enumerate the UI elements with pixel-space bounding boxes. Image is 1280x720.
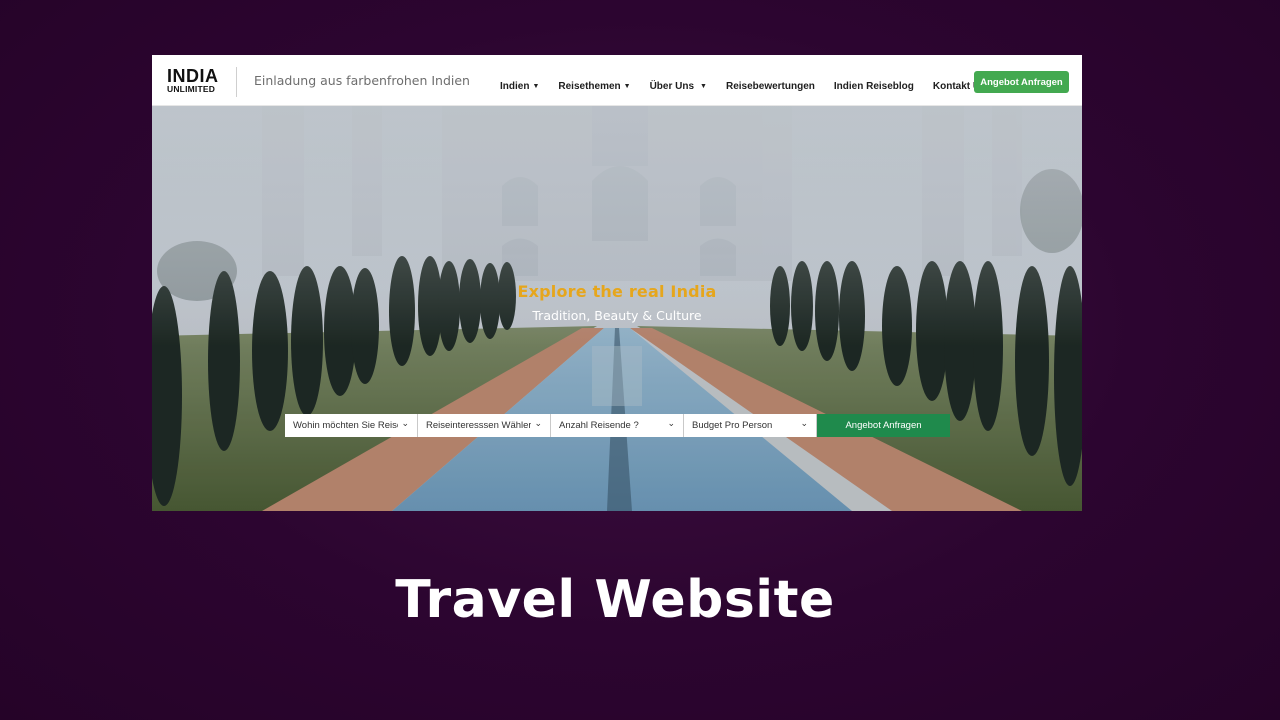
request-quote-button[interactable]: Angebot Anfragen bbox=[974, 71, 1069, 93]
logo-line2: UNLIMITED bbox=[167, 84, 216, 94]
nav-menu: Indien ▼ Reisethemen ▼ Über Uns ▼ Reiseb… bbox=[500, 81, 1011, 92]
nav-item-label: Über Uns bbox=[649, 81, 695, 92]
nav-item-reisethemen[interactable]: Reisethemen ▼ bbox=[558, 81, 630, 92]
nav-item-indien[interactable]: Indien ▼ bbox=[500, 81, 539, 92]
destination-select[interactable]: Wohin möchten Sie Reisen ⌄ bbox=[285, 414, 418, 437]
nav-divider bbox=[236, 67, 237, 97]
search-bar: Wohin möchten Sie Reisen ⌄ Reiseinteress… bbox=[285, 414, 950, 437]
website-screenshot: INDIA UNLIMITED Einladung aus farbenfroh… bbox=[152, 55, 1082, 511]
nav-item-ueber-uns[interactable]: Über Uns ▼ bbox=[650, 81, 707, 92]
nav-item-label: Indien Reiseblog bbox=[833, 81, 914, 92]
nav-item-reiseblog[interactable]: Indien Reiseblog bbox=[834, 81, 914, 92]
travelers-select[interactable]: Anzahl Reisende ? ⌄ bbox=[551, 414, 684, 437]
chevron-down-icon: ⌄ bbox=[800, 418, 808, 428]
budget-select[interactable]: Budget Pro Person ⌄ bbox=[684, 414, 817, 437]
navbar: INDIA UNLIMITED Einladung aus farbenfroh… bbox=[152, 55, 1082, 106]
nav-item-reisebewertungen[interactable]: Reisebewertungen bbox=[726, 81, 815, 92]
caret-down-icon: ▼ bbox=[700, 83, 707, 90]
hero-section: Explore the real India Tradition, Beauty… bbox=[152, 106, 1082, 511]
chevron-down-icon: ⌄ bbox=[401, 418, 409, 428]
caret-down-icon: ▼ bbox=[532, 83, 540, 90]
nav-item-label: Reisebewertungen bbox=[725, 81, 815, 92]
logo-line1: INDIA bbox=[167, 66, 219, 86]
hero-title: Explore the real India bbox=[517, 282, 717, 301]
select-label: Budget Pro Person bbox=[692, 420, 773, 431]
caret-down-icon: ▼ bbox=[623, 83, 631, 90]
site-tagline: Einladung aus farbenfrohen Indien bbox=[254, 73, 470, 88]
chevron-down-icon: ⌄ bbox=[534, 418, 542, 428]
search-submit-button[interactable]: Angebot Anfragen bbox=[817, 414, 950, 437]
logo[interactable]: INDIA UNLIMITED bbox=[167, 66, 223, 94]
hero-subtitle: Tradition, Beauty & Culture bbox=[532, 308, 702, 323]
caption-title: Travel Website bbox=[395, 570, 835, 630]
select-label: Reiseinteresssen Wähler bbox=[426, 420, 531, 431]
chevron-down-icon: ⌄ bbox=[667, 418, 675, 428]
select-label: Wohin möchten Sie Reisen bbox=[293, 420, 398, 431]
nav-item-label: Indien bbox=[500, 81, 530, 92]
interests-select[interactable]: Reiseinteresssen Wähler ⌄ bbox=[418, 414, 551, 437]
nav-item-label: Reisethemen bbox=[558, 81, 621, 92]
select-label: Anzahl Reisende ? bbox=[559, 420, 639, 431]
